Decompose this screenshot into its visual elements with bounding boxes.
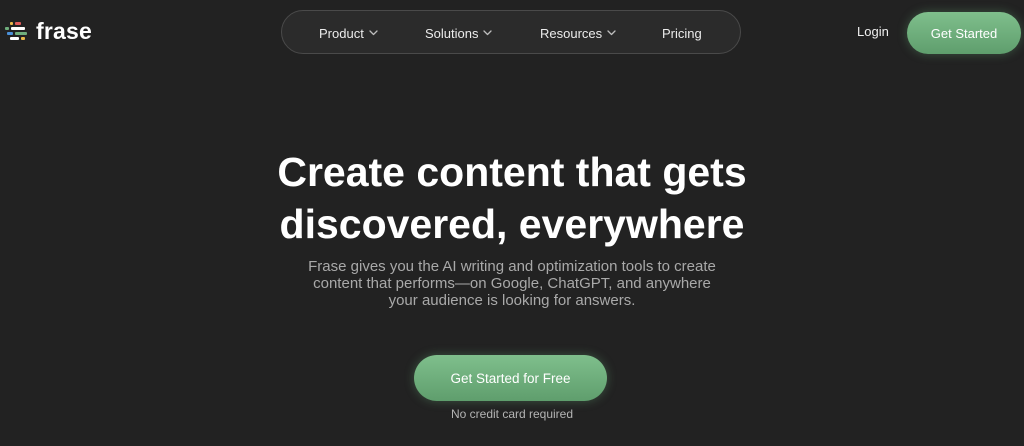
chevron-down-icon xyxy=(607,30,616,36)
nav-item-pricing[interactable]: Pricing xyxy=(662,11,702,55)
nav-item-label: Solutions xyxy=(425,25,479,41)
get-started-free-label: Get Started for Free xyxy=(450,370,571,386)
main-nav: Product Solutions Resources Pricing xyxy=(281,10,741,54)
nav-item-resources[interactable]: Resources xyxy=(540,11,616,55)
nav-item-solutions[interactable]: Solutions xyxy=(425,11,493,55)
chevron-down-icon xyxy=(369,30,378,36)
frase-logo[interactable]: frase xyxy=(4,20,92,43)
chevron-down-icon xyxy=(483,30,493,36)
hero-title: Create content that gets discovered, eve… xyxy=(0,146,1024,250)
nav-item-label: Resources xyxy=(540,25,603,41)
hero-title-line-2: discovered, everywhere xyxy=(279,201,745,247)
hero-title-line-1: Create content that gets xyxy=(277,149,747,195)
no-credit-card-note: No credit card required xyxy=(450,407,574,421)
brand-name: frase xyxy=(36,18,92,44)
nav-item-product[interactable]: Product xyxy=(319,11,378,55)
login-link[interactable]: Login xyxy=(857,24,889,39)
hero-subtitle-line-1: Frase gives you the AI writing and optim… xyxy=(308,258,716,275)
hero-subtitle: Frase gives you the AI writing and optim… xyxy=(282,258,742,309)
nav-item-label: Product xyxy=(319,25,364,41)
frase-logo-icon xyxy=(5,21,27,40)
nav-item-label: Pricing xyxy=(662,25,702,41)
get-started-free-button[interactable]: Get Started for Free xyxy=(414,355,607,401)
hero-subtitle-line-2: content that performs—on Google, ChatGPT… xyxy=(313,275,711,292)
get-started-button[interactable]: Get Started xyxy=(907,12,1021,54)
hero-subtitle-line-3: your audience is looking for answers. xyxy=(388,292,636,309)
get-started-label: Get Started xyxy=(930,25,998,41)
